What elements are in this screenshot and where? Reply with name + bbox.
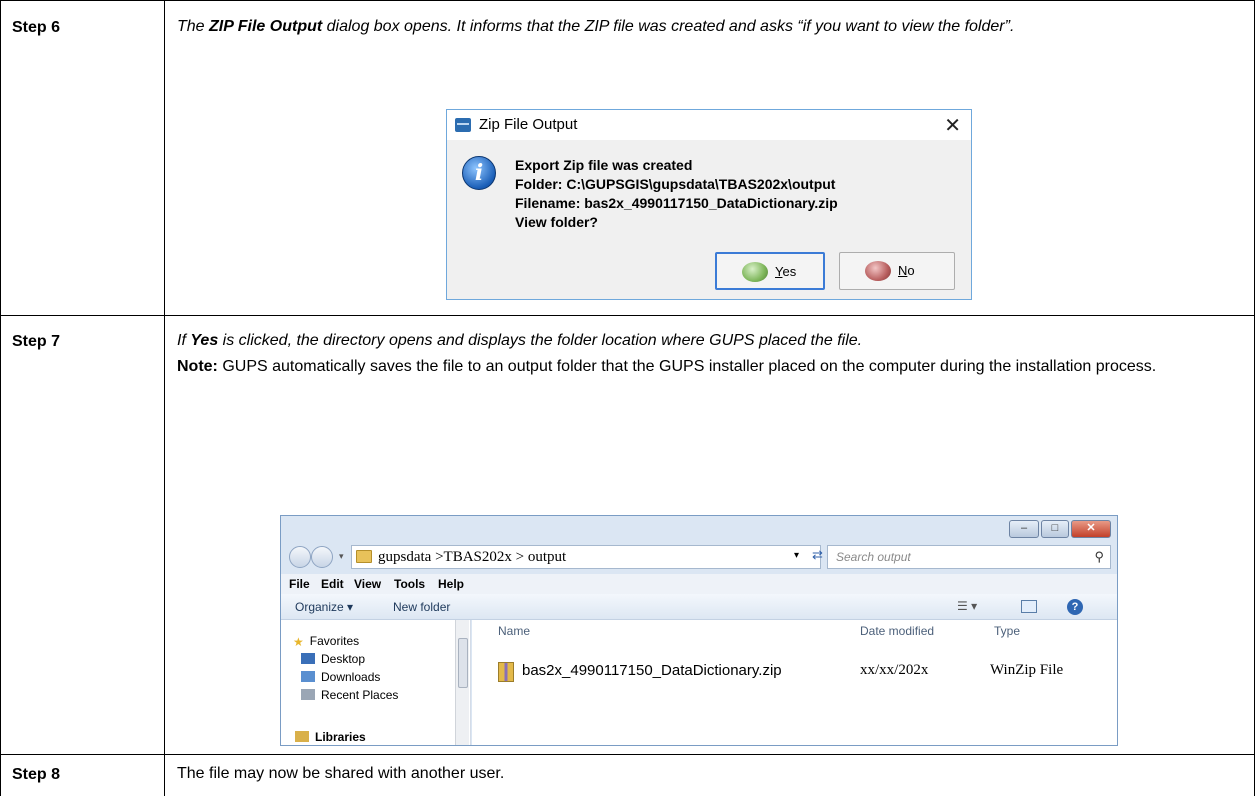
step-6-text-b: dialog box opens. It informs that the ZI… <box>322 18 1015 35</box>
libraries-icon <box>295 731 309 742</box>
explorer-window: – □ ✕ ▾ gupsdata >TBAS202x > output ▾ ⇄ … <box>280 515 1118 746</box>
step-7-text-b: is clicked, the directory opens and disp… <box>218 332 863 349</box>
new-folder-button[interactable]: New folder <box>393 600 450 614</box>
help-icon[interactable]: ? <box>1067 599 1083 615</box>
recent-places-icon <box>301 689 315 700</box>
folder-icon <box>356 550 372 563</box>
menu-help[interactable]: Help <box>438 577 464 591</box>
back-icon[interactable] <box>289 546 311 568</box>
no-button[interactable]: No <box>839 252 955 290</box>
close-icon[interactable]: ✕ <box>944 113 961 138</box>
desktop-icon <box>301 653 315 664</box>
navigation-pane: ★ Favorites Desktop Downloads Recent Plac… <box>281 620 471 745</box>
gups-app-icon <box>455 118 471 132</box>
nav-scroll-thumb[interactable] <box>458 638 468 688</box>
nav-item-downloads[interactable]: Downloads <box>301 670 380 684</box>
column-header-name[interactable]: Name <box>498 624 530 638</box>
menu-file[interactable]: File <box>289 577 310 591</box>
address-row: ▾ gupsdata >TBAS202x > output ▾ ⇄ Search… <box>287 544 1111 570</box>
menu-edit[interactable]: Edit <box>321 577 344 591</box>
menu-bar: File Edit View Tools Help <box>281 574 1117 594</box>
nav-item-label: Desktop <box>321 652 366 666</box>
step-7-text-emphasis: Yes <box>190 332 219 349</box>
step-6-text-a: The <box>177 18 210 35</box>
red-orb-icon <box>865 261 891 281</box>
step-7-text-a: If <box>177 332 191 349</box>
nav-item-label: Downloads <box>321 670 381 684</box>
downloads-icon <box>301 671 315 682</box>
menu-tools[interactable]: Tools <box>394 577 425 591</box>
column-header-date[interactable]: Date modified <box>860 624 934 638</box>
views-icon[interactable]: ☰ ▾ <box>957 599 977 613</box>
organize-button[interactable]: Organize ▾ <box>295 600 353 614</box>
forward-icon[interactable] <box>311 546 333 568</box>
file-date: xx/xx/202x <box>860 662 929 678</box>
message-line-question: View folder? <box>515 214 598 230</box>
address-dropdown-icon[interactable]: ▾ <box>794 550 799 561</box>
close-window-icon[interactable]: ✕ <box>1071 520 1111 538</box>
nav-item-libraries[interactable]: Libraries <box>295 730 366 744</box>
message-line-created: Export Zip file was created <box>515 157 693 173</box>
row-divider-2 <box>0 754 1255 755</box>
history-dropdown-icon[interactable]: ▾ <box>339 551 344 562</box>
note-text: GUPS automatically saves the file to an … <box>217 358 1157 375</box>
nav-item-recent-places[interactable]: Recent Places <box>301 688 398 702</box>
minimize-icon[interactable]: – <box>1009 520 1039 538</box>
step-7-label: Step 7 <box>12 333 61 350</box>
yes-button[interactable]: Yes <box>715 252 825 290</box>
info-icon: i <box>462 156 496 190</box>
dialog-body: i Export Zip file was created Folder: C:… <box>447 140 971 300</box>
dialog-message: Export Zip file was created Folder: C:\G… <box>515 156 838 232</box>
no-button-label: No <box>898 263 915 278</box>
step-6-text-emphasis: ZIP File Output <box>209 18 323 35</box>
search-placeholder: Search output <box>836 550 911 564</box>
file-list: Name Date modified Type bas2x_4990117150… <box>472 620 1117 745</box>
address-bar[interactable]: gupsdata >TBAS202x > output ▾ ⇄ <box>351 545 823 569</box>
menu-view[interactable]: View <box>354 577 381 591</box>
nav-item-favorites[interactable]: ★ Favorites <box>293 634 359 649</box>
step-8-description: The file may now be shared with another … <box>177 765 505 782</box>
step-7-line: If Yes is clicked, the directory opens a… <box>177 328 1232 354</box>
nav-scrollbar[interactable] <box>455 620 469 745</box>
yes-button-label: Yes <box>775 264 797 279</box>
step-6-description: The ZIP File Output dialog box opens. It… <box>177 14 1232 40</box>
column-divider <box>164 0 165 796</box>
winzip-file-icon <box>498 662 514 682</box>
file-type: WinZip File <box>990 662 1064 678</box>
green-orb-icon <box>742 262 768 282</box>
address-path: gupsdata >TBAS202x > output <box>378 549 567 565</box>
maximize-icon[interactable]: □ <box>1041 520 1069 538</box>
step-8-label: Step 8 <box>12 766 61 783</box>
dialog-title: Zip File Output <box>479 116 578 133</box>
nav-item-label: Favorites <box>309 634 360 648</box>
note-label: Note: <box>177 358 218 375</box>
zip-file-output-dialog: Zip File Output ✕ i Export Zip file was … <box>446 109 972 300</box>
nav-item-label: Recent Places <box>321 688 399 702</box>
toolbar: Organize ▾ New folder ☰ ▾ ? <box>281 594 1117 620</box>
nav-item-label: Libraries <box>315 730 366 744</box>
column-header-type[interactable]: Type <box>994 624 1020 638</box>
message-line-filename: Filename: bas2x_4990117150_DataDictionar… <box>515 195 838 211</box>
table-border-top <box>0 0 1255 1</box>
file-name: bas2x_4990117150_DataDictionary.zip <box>522 662 782 679</box>
instruction-table: Step 6 The ZIP File Output dialog box op… <box>0 0 1255 796</box>
message-line-folder: Folder: C:\GUPSGIS\gupsdata\TBAS202x\out… <box>515 176 836 192</box>
row-divider-1 <box>0 315 1255 316</box>
step-7-description: If Yes is clicked, the directory opens a… <box>177 328 1232 380</box>
step-6-label: Step 6 <box>12 19 61 36</box>
preview-pane-icon[interactable] <box>1021 600 1037 613</box>
table-border-left <box>0 0 1 796</box>
refresh-icon[interactable]: ⇄ <box>812 547 823 563</box>
dialog-titlebar: Zip File Output ✕ <box>447 110 971 140</box>
search-input[interactable]: Search output ⚲ <box>827 545 1111 569</box>
nav-item-desktop[interactable]: Desktop <box>301 652 365 666</box>
search-icon[interactable]: ⚲ <box>1094 549 1104 565</box>
step-7-note: Note: GUPS automatically saves the file … <box>177 354 1232 380</box>
star-icon: ★ <box>293 635 304 649</box>
